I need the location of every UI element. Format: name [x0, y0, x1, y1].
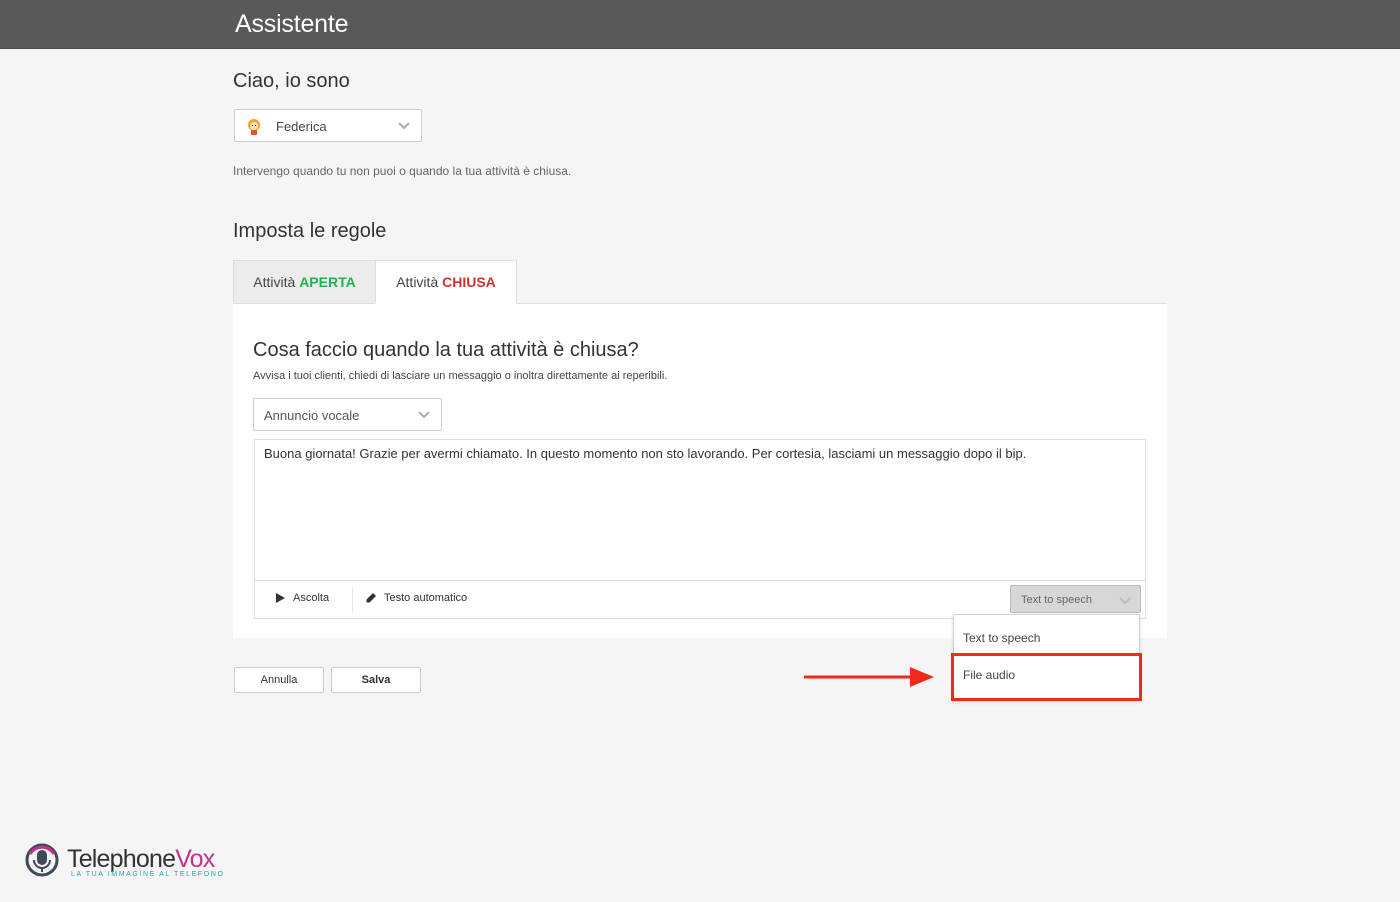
assistant-select-value: Federica — [276, 119, 327, 134]
editor-toolbar: Ascolta Testo automatico Text to speech — [255, 580, 1145, 618]
highlight-box — [951, 653, 1142, 701]
panel-title: Cosa faccio quando la tua attività è chi… — [253, 339, 639, 361]
tab-state-open: APERTA — [299, 274, 356, 290]
assistant-select[interactable]: Federica — [234, 109, 422, 142]
voice-type-value: Text to speech — [1021, 594, 1092, 606]
brand-tagline: LA TUA IMMAGINE AL TELEFONO — [71, 871, 225, 878]
brand-logo: TelephoneVox LA TUA IMMAGINE AL TELEFONO — [24, 842, 224, 882]
tab-prefix: Attività — [253, 274, 300, 290]
toolbar-divider — [352, 587, 353, 613]
tab-activity-open[interactable]: Attività APERTA — [233, 260, 375, 304]
assistant-avatar-icon — [248, 119, 260, 135]
listen-button[interactable]: Ascolta — [275, 592, 329, 604]
pointer-arrow-icon — [804, 667, 934, 687]
microphone-logo-icon — [25, 843, 59, 877]
pencil-icon — [366, 593, 376, 603]
assistant-description: Intervengo quando tu non puoi o quando l… — [233, 164, 572, 178]
brand-name: TelephoneVox — [67, 845, 215, 873]
mode-select-value: Annuncio vocale — [264, 408, 360, 423]
tab-state-closed: CHIUSA — [442, 274, 496, 290]
message-textarea[interactable]: Buona giornata! Grazie per avermi chiama… — [264, 446, 1135, 576]
voice-type-select[interactable]: Text to speech — [1010, 585, 1141, 613]
cancel-button[interactable]: Annulla — [234, 667, 324, 693]
assistant-heading: Ciao, io sono — [233, 70, 350, 92]
top-bar: Assistente — [0, 0, 1400, 49]
mode-select[interactable]: Annuncio vocale — [253, 398, 442, 431]
panel-subtitle: Avvisa i tuoi clienti, chiedi di lasciar… — [253, 370, 668, 382]
chevron-down-icon — [1119, 597, 1131, 605]
play-icon — [276, 593, 285, 604]
save-button[interactable]: Salva — [331, 667, 421, 693]
rules-panel: Cosa faccio quando la tua attività è chi… — [233, 303, 1167, 638]
tab-activity-closed[interactable]: Attività CHIUSA — [375, 260, 517, 304]
auto-text-label: Testo automatico — [384, 592, 468, 604]
dropdown-option-text-to-speech[interactable]: Text to speech — [963, 631, 1040, 645]
listen-label: Ascolta — [293, 592, 330, 604]
chevron-down-icon — [398, 122, 410, 130]
page-title: Assistente — [235, 10, 349, 38]
auto-text-button[interactable]: Testo automatico — [366, 592, 467, 604]
message-editor: Buona giornata! Grazie per avermi chiama… — [254, 439, 1146, 619]
rules-heading: Imposta le regole — [233, 220, 387, 242]
tab-prefix: Attività — [396, 274, 443, 290]
chevron-down-icon — [418, 411, 430, 419]
